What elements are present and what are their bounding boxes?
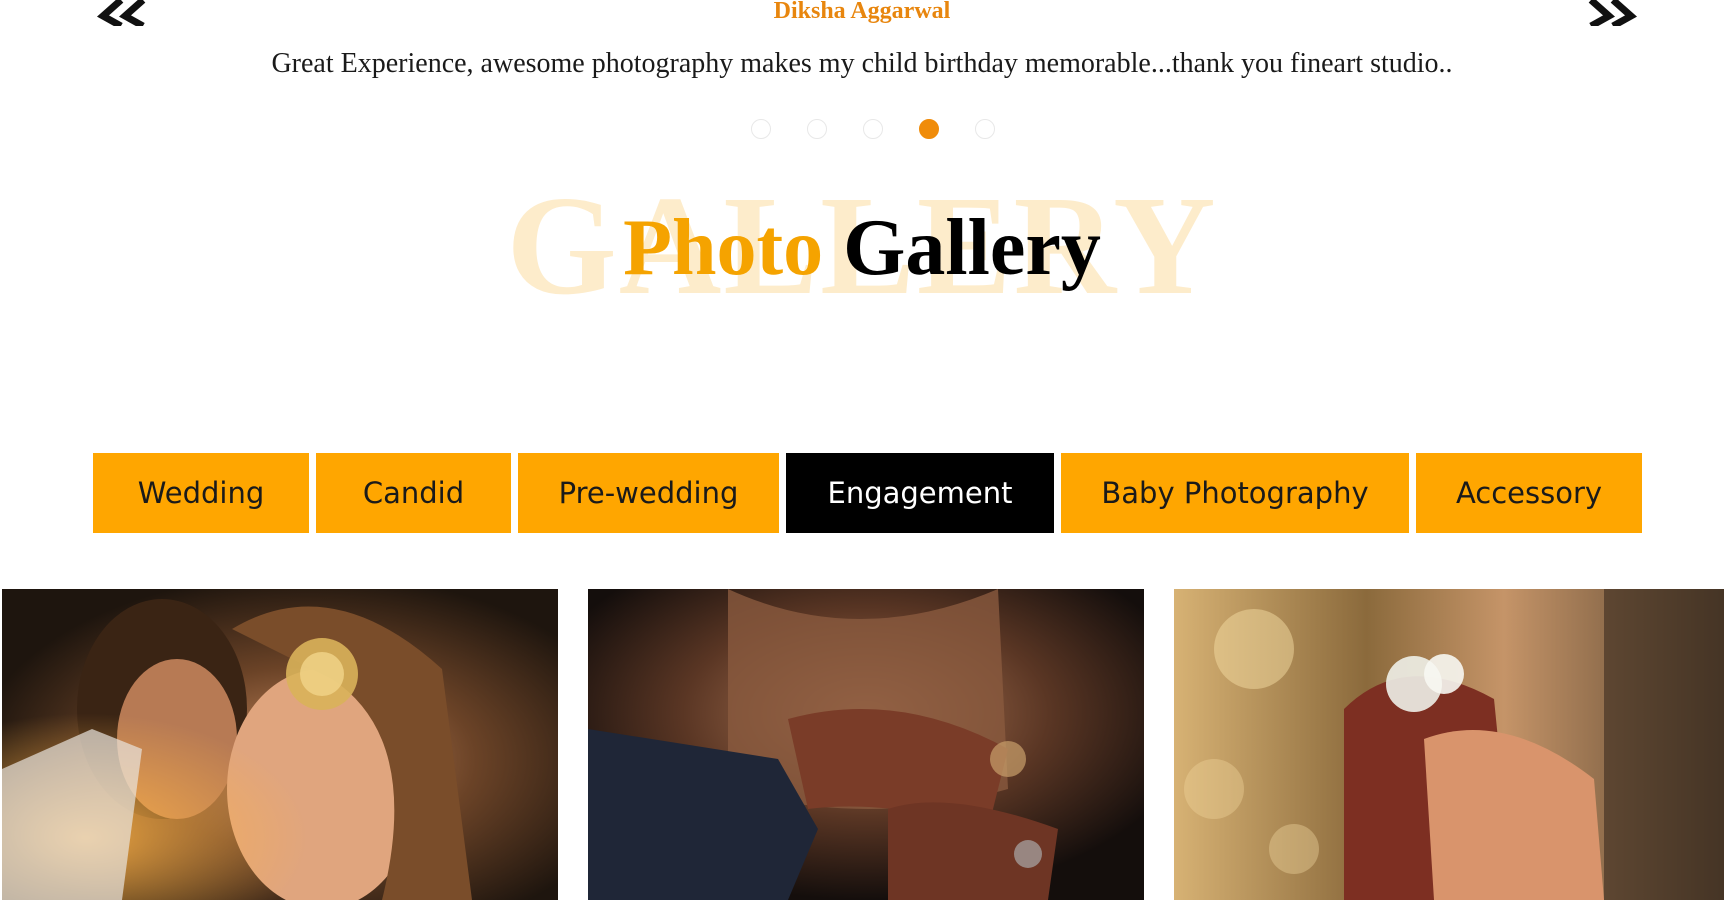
couple-portrait-photo[interactable] <box>2 589 558 900</box>
slider-dot-1[interactable] <box>751 119 771 139</box>
mehndi-hands-photo[interactable] <box>588 589 1144 900</box>
page-title: Photo Gallery <box>0 203 1724 293</box>
photo-grid <box>0 589 1724 900</box>
testimonial-quote: Great Experience, awesome photography ma… <box>271 48 1453 79</box>
tab-pre-wedding[interactable]: Pre-wedding <box>518 453 779 533</box>
slider-dot-5[interactable] <box>975 119 995 139</box>
slider-dots <box>0 119 1724 139</box>
tab-baby-photography[interactable]: Baby Photography <box>1061 453 1409 533</box>
slider-dot-4[interactable] <box>919 119 939 139</box>
slider-dot-2[interactable] <box>807 119 827 139</box>
gallery-heading: GALLERY Photo Gallery <box>0 174 1724 316</box>
tab-engagement[interactable]: Engagement <box>786 453 1054 533</box>
testimonial-slider: Diksha Aggarwal Great Experience, awesom… <box>0 0 1724 150</box>
testimonial-author: Diksha Aggarwal <box>773 0 951 24</box>
title-part-gallery: Gallery <box>843 204 1101 292</box>
tab-wedding[interactable]: Wedding <box>93 453 309 533</box>
tab-accessory[interactable]: Accessory <box>1416 453 1642 533</box>
double-chevron-right-icon[interactable] <box>1579 0 1639 26</box>
holding-hands-photo[interactable] <box>1174 589 1724 900</box>
title-part-photo: Photo <box>623 204 824 292</box>
gallery-category-tabs: Wedding Candid Pre-wedding Engagement Ba… <box>93 453 1642 533</box>
slider-dot-3[interactable] <box>863 119 883 139</box>
tab-candid[interactable]: Candid <box>316 453 511 533</box>
